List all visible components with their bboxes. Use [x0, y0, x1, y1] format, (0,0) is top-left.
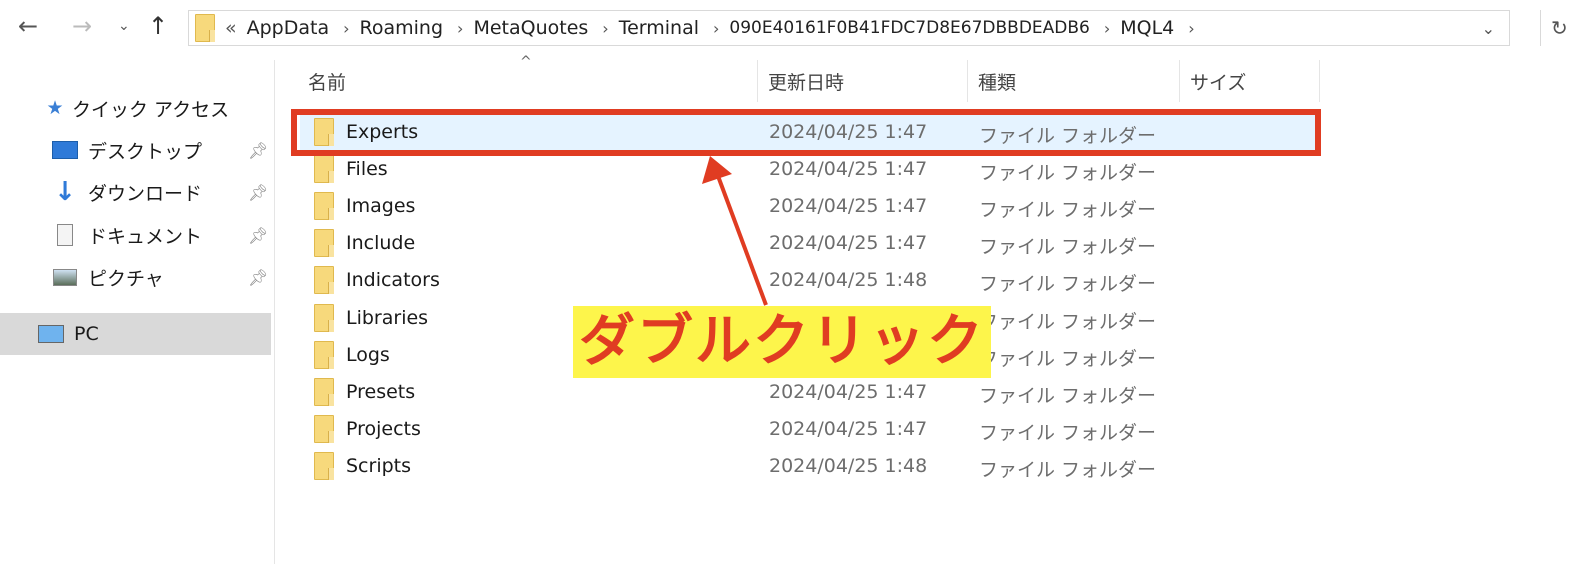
arrow-head-icon: [702, 156, 732, 184]
annotation-arrow: [702, 156, 768, 306]
annotation-callout: ダブルクリック: [573, 306, 991, 378]
